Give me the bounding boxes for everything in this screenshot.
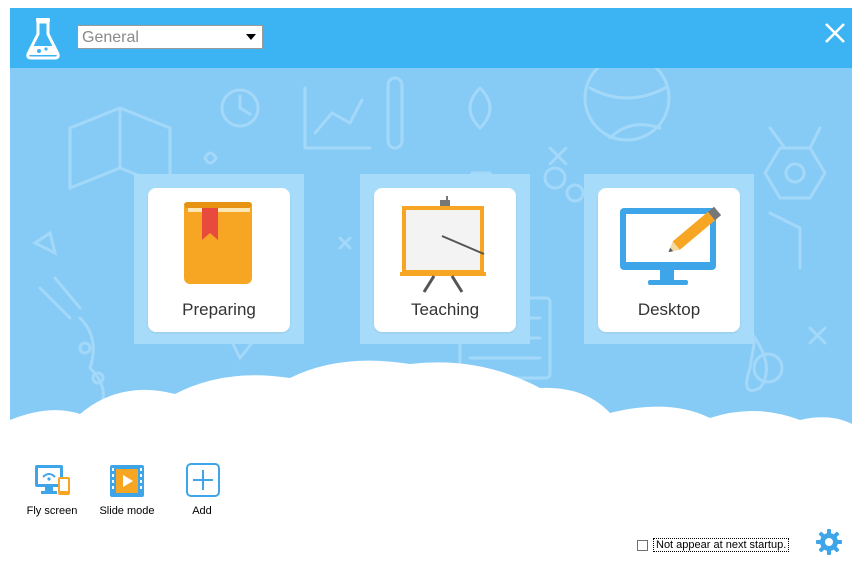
add-button[interactable]: Add bbox=[172, 463, 232, 517]
flask-logo-icon bbox=[26, 18, 60, 60]
profile-select[interactable]: General bbox=[77, 25, 263, 49]
add-icon bbox=[186, 463, 220, 497]
slide-mode-button[interactable]: Slide mode bbox=[97, 463, 157, 517]
chevron-down-icon bbox=[246, 34, 256, 40]
profile-select-value: General bbox=[82, 29, 139, 46]
startup-checkbox[interactable] bbox=[637, 540, 648, 551]
slide-mode-icon bbox=[110, 465, 144, 497]
gear-icon[interactable] bbox=[815, 528, 843, 556]
launcher-window: General Preparing Teaching Desktop Fly s… bbox=[10, 8, 852, 558]
add-label: Add bbox=[192, 505, 212, 517]
fly-screen-label: Fly screen bbox=[26, 505, 78, 517]
slide-mode-label: Slide mode bbox=[99, 505, 155, 517]
fly-screen-icon bbox=[35, 465, 70, 495]
close-icon[interactable] bbox=[822, 20, 848, 46]
title-bar: General bbox=[10, 8, 852, 68]
fly-screen-button[interactable]: Fly screen bbox=[22, 463, 82, 517]
startup-label[interactable]: Not appear at next startup. bbox=[653, 538, 790, 552]
